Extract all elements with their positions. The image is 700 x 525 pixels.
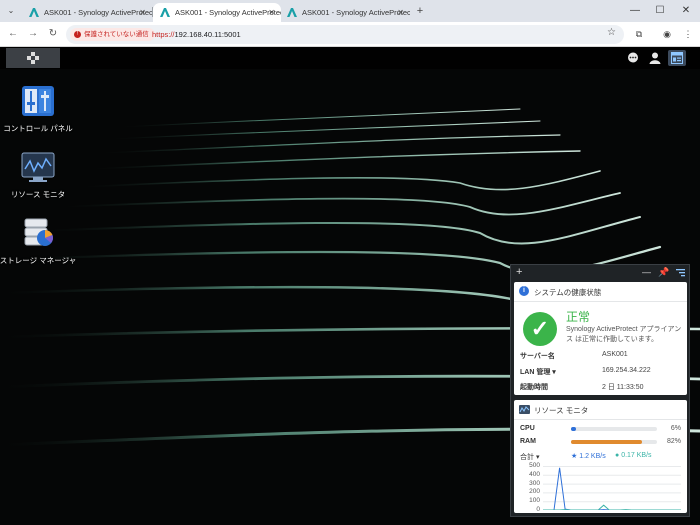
address-bar[interactable]: ! 保護されていない通信 https://192.168.40.11:5001 … [66, 25, 624, 44]
storage-manager-icon [24, 218, 53, 246]
browser-menu-icon[interactable]: ⋮ [681, 27, 695, 41]
synology-favicon-icon [287, 8, 297, 17]
tab-close-icon[interactable]: ✕ [397, 3, 404, 22]
security-warning-chip[interactable]: ! 保護されていない通信 [70, 28, 155, 41]
y-tick-label: 300 [529, 479, 540, 487]
info-key: 起動時間 [520, 384, 548, 391]
dsm-taskbar [0, 47, 700, 69]
check-icon: ✓ [523, 312, 557, 346]
info-key: サーバー名 [520, 353, 555, 360]
grid-icon [27, 52, 39, 64]
extensions-icon[interactable]: ⧉ [632, 27, 646, 41]
cpu-label: CPU [520, 425, 535, 432]
info-value: 169.254.34.222 [602, 367, 651, 374]
ram-bar-fill [571, 440, 642, 444]
maximize-window-button[interactable]: ☐ [650, 3, 670, 19]
widget-panel-header: + — 📌 [511, 265, 691, 279]
desktop-icon-storage-manager[interactable]: ストレージ マネージャ [0, 217, 78, 266]
tab-search-button[interactable]: ⌄ [4, 4, 18, 18]
network-dropdown[interactable]: 合計 ▾ [520, 452, 539, 462]
y-tick-label: 500 [529, 462, 540, 469]
ram-label: RAM [520, 438, 536, 445]
resource-monitor-icon [519, 405, 530, 414]
y-tick-label: 400 [529, 470, 540, 478]
download-value: 0.17 KB/s [621, 452, 652, 459]
warning-icon: ! [74, 31, 81, 38]
dsm-desktop: コントロール パネル リソース モニタ ストレージ マネージャ + — 📌 i … [0, 47, 700, 525]
synology-favicon-icon [29, 8, 39, 17]
download-rate: ● 0.17 KB/s [615, 452, 652, 459]
add-widget-button[interactable]: + [516, 265, 522, 279]
info-icon: i [519, 286, 529, 296]
url-text[interactable]: https://192.168.40.11:5001 [152, 25, 241, 44]
widget-title: システムの健康状態 [534, 288, 602, 297]
control-panel-icon [22, 86, 54, 116]
bookmark-star-icon[interactable]: ☆ [607, 27, 616, 38]
desktop-icon-label: リソース モニタ [10, 190, 66, 199]
widget-settings-icon[interactable] [676, 265, 685, 281]
url-scheme: https:// [152, 30, 175, 39]
cpu-value: 6% [670, 425, 681, 432]
back-icon[interactable]: ← [6, 27, 20, 41]
security-warning-label: 保護されていない通信 [84, 31, 149, 38]
forward-icon[interactable]: → [26, 27, 40, 41]
browser-toolbar: ← → ↻ ! 保護されていない通信 https://192.168.40.11… [0, 22, 700, 47]
upload-icon: ★ [571, 453, 578, 460]
cpu-bar [571, 427, 657, 431]
url-host: 192.168.40.11:5001 [174, 30, 241, 39]
close-window-button[interactable]: ✕ [676, 3, 696, 19]
minimize-window-button[interactable]: — [625, 3, 645, 19]
resource-monitor-widget: リソース モニタ CPU 6% RAM 82% 合計 ▾ ★ 1.2 KB/s … [514, 400, 687, 513]
upload-series-line [543, 467, 681, 510]
desktop-icon-label: ストレージ マネージャ [0, 256, 77, 265]
info-value: 2 日 11:33:50 [602, 384, 644, 391]
upload-value: 1.2 KB/s [579, 453, 606, 460]
tab-close-icon[interactable]: ✕ [139, 3, 146, 22]
browser-tab[interactable]: ASK001 - Synology ActiveProtect ✕ [22, 3, 152, 22]
y-tick-label: 0 [536, 506, 540, 513]
profile-icon[interactable]: ◉ [660, 27, 674, 41]
network-chart [543, 466, 681, 510]
new-tab-button[interactable]: + [412, 3, 428, 19]
ram-bar [571, 440, 657, 444]
browser-tab-title: ASK001 - Synology ActiveProtect [175, 8, 281, 17]
health-status: 正常 [566, 310, 591, 324]
minimize-widgets-button[interactable]: — [642, 265, 651, 279]
notification-icon[interactable] [624, 50, 642, 66]
browser-tab[interactable]: ASK001 - Synology ActiveProtect ✕ [280, 3, 410, 22]
widget-panel: + — 📌 i システムの健康状態 ✓ 正常 Synology ActivePr… [510, 264, 690, 517]
widget-title: リソース モニタ [534, 406, 589, 415]
resource-monitor-icon [21, 152, 55, 182]
download-icon: ● [615, 452, 620, 459]
divider [514, 301, 687, 302]
browser-tab-title: ASK001 - Synology ActiveProtect [44, 8, 152, 17]
ram-value: 82% [666, 438, 681, 445]
reload-icon[interactable]: ↻ [46, 27, 60, 41]
y-tick-label: 100 [529, 497, 540, 505]
desktop-icon-label: コントロール パネル [3, 124, 73, 133]
main-menu-button[interactable] [6, 48, 60, 68]
synology-favicon-icon [160, 8, 170, 17]
lan-dropdown[interactable]: LAN 管理 ▾ [520, 367, 556, 377]
upload-rate: ★ 1.2 KB/s [571, 452, 606, 460]
cpu-bar-fill [571, 427, 577, 431]
system-health-widget: i システムの健康状態 ✓ 正常 Synology ActiveProtect … [514, 282, 687, 395]
desktop-icon-resource-monitor[interactable]: リソース モニタ [0, 151, 78, 200]
browser-tab-strip: ⌄ ASK001 - Synology ActiveProtect ✕ ASK0… [0, 0, 700, 22]
info-value: ASK001 [602, 351, 628, 358]
tab-close-icon[interactable]: ✕ [268, 3, 275, 22]
pin-icon[interactable]: 📌 [658, 265, 669, 279]
divider [514, 419, 687, 420]
widgets-icon[interactable] [668, 50, 686, 66]
health-description: Synology ActiveProtect アプライアンス は正常に作動してい… [566, 326, 682, 343]
browser-tab-title: ASK001 - Synology ActiveProtect [302, 8, 410, 17]
browser-tab-active[interactable]: ASK001 - Synology ActiveProtect ✕ [153, 3, 281, 22]
desktop-icon-control-panel[interactable]: コントロール パネル [0, 85, 78, 134]
user-icon[interactable] [646, 50, 664, 66]
download-series-line [543, 504, 681, 510]
y-tick-label: 200 [529, 488, 540, 496]
